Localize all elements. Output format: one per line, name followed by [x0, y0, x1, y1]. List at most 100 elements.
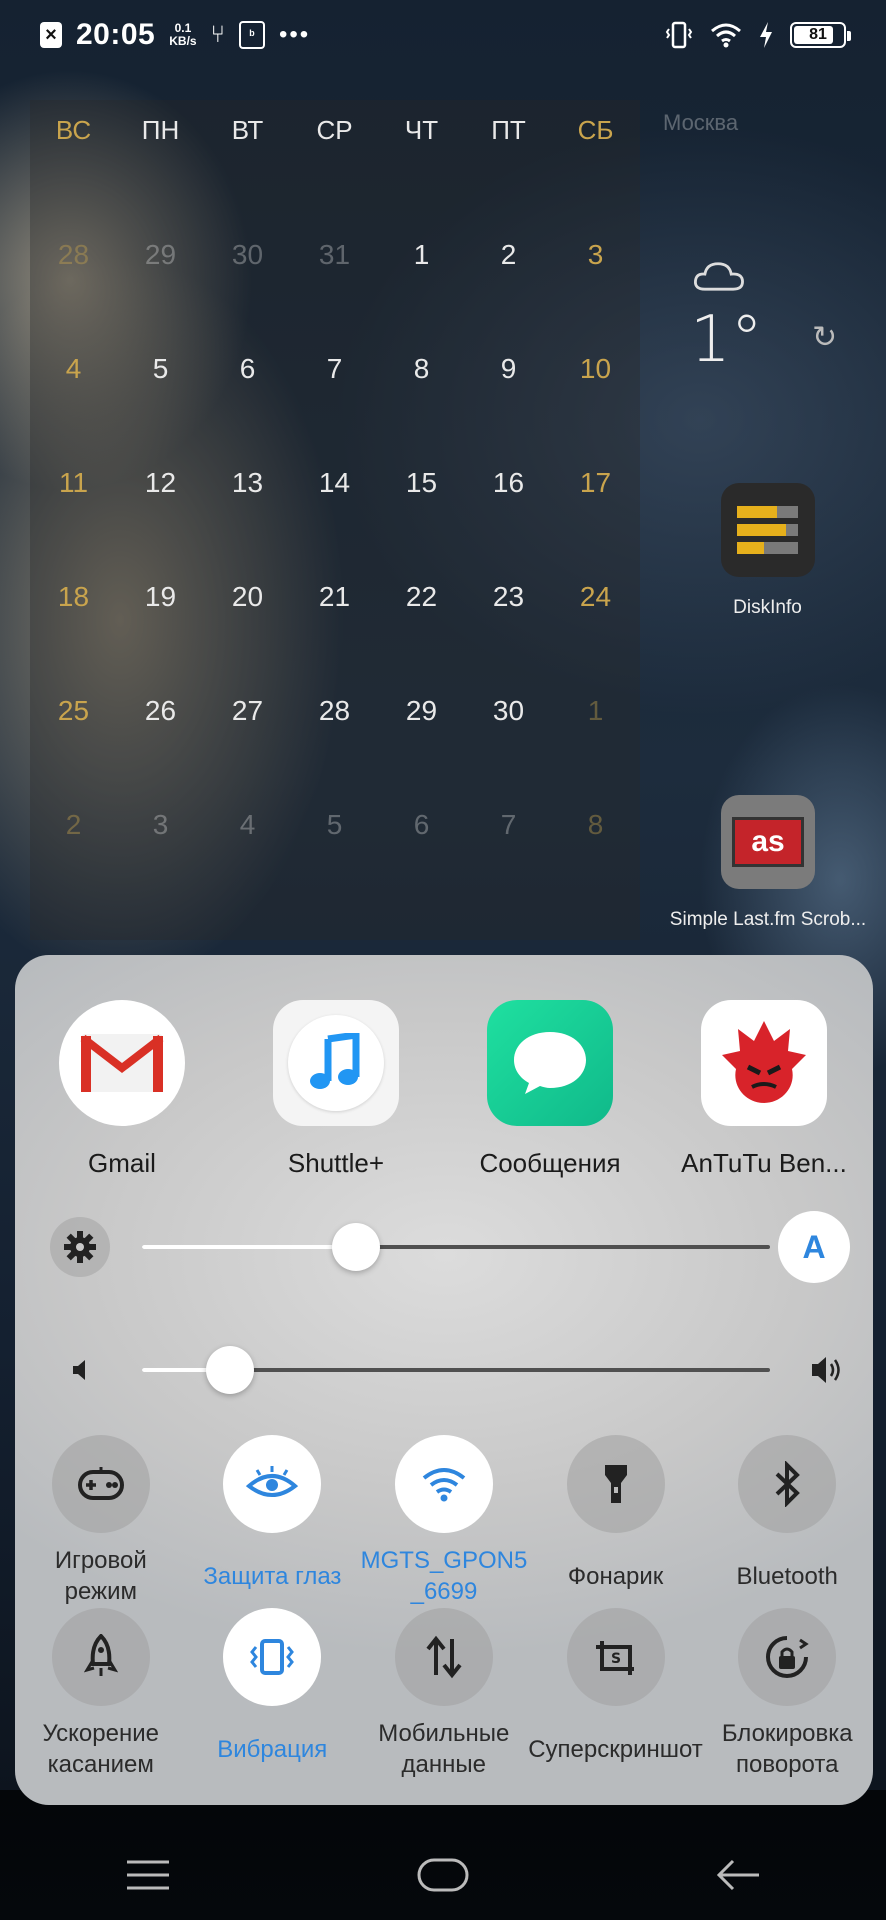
calendar-day[interactable]: 27: [204, 695, 291, 755]
toggle-bluetooth[interactable]: Bluetooth: [701, 1435, 873, 1607]
app-label: Shuttle+: [287, 1148, 385, 1178]
calendar-day[interactable]: 5: [117, 353, 204, 413]
volume-slider[interactable]: [50, 1340, 850, 1400]
app-label: Сообщения: [479, 1148, 621, 1178]
volume-high-icon: [812, 1357, 840, 1383]
toggle-label: Мобильные данные: [378, 1720, 510, 1778]
calendar-day[interactable]: 14: [291, 467, 378, 527]
toggle-super-screenshot[interactable]: S Суперскриншот: [528, 1608, 703, 1780]
weather-location: Москва: [663, 110, 739, 135]
calendar-day[interactable]: 20: [204, 581, 291, 641]
calendar-weekday: ПН: [141, 115, 180, 145]
calendar-day[interactable]: 30: [465, 695, 552, 755]
calendar-day[interactable]: 26: [117, 695, 204, 755]
calendar-day[interactable]: 16: [465, 467, 552, 527]
toggle-vibration[interactable]: Вибрация: [187, 1608, 359, 1780]
calendar-day[interactable]: 4: [30, 353, 117, 413]
app-messages[interactable]: Сообщения: [443, 1000, 657, 1179]
calendar-day[interactable]: 28: [30, 239, 117, 299]
calendar-day[interactable]: 8: [378, 353, 465, 413]
brightness-fill: [142, 1245, 356, 1249]
weather-widget[interactable]: 1°: [690, 260, 763, 377]
brightness-slider[interactable]: A: [50, 1211, 850, 1283]
volume-thumb[interactable]: [205, 1346, 254, 1394]
menu-button[interactable]: [88, 1845, 208, 1905]
calendar-day[interactable]: 1: [552, 695, 639, 755]
menu-icon: [126, 1860, 169, 1890]
app-antutu[interactable]: AnTuTu Ben...: [657, 1000, 871, 1179]
calendar-day[interactable]: 21: [291, 581, 378, 641]
refresh-icon[interactable]: ↻: [812, 320, 837, 355]
calendar-day[interactable]: 3: [117, 809, 204, 869]
app-label: Gmail: [88, 1148, 156, 1178]
app-gmail[interactable]: Gmail: [15, 1000, 229, 1179]
app-label: AnTuTu Ben...: [681, 1148, 847, 1178]
toggle-rotation-lock[interactable]: Блокировка поворота: [702, 1608, 874, 1780]
toggle-mobile-data[interactable]: Мобильные данные: [358, 1608, 530, 1780]
calendar-day[interactable]: 23: [465, 581, 552, 641]
status-bar: × 20:05 0.1 KB/s ⑂ ᵇ ••• 81: [0, 0, 886, 70]
home-app-lastfm[interactable]: as Simple Last.fm Scrob...: [668, 795, 868, 931]
toggle-touch-boost[interactable]: Ускорение касанием: [15, 1608, 187, 1780]
shuttle-icon: [273, 1000, 399, 1126]
calendar-weekday: ВС: [55, 115, 92, 145]
calendar-day[interactable]: 2: [30, 809, 117, 869]
calendar-day[interactable]: 29: [378, 695, 465, 755]
calendar-day[interactable]: 31: [291, 239, 378, 299]
toggle-wifi[interactable]: MGTS_GPON5_6699: [358, 1435, 530, 1607]
quick-settings-panel: Gmail Shuttle+ Сообщения AnTuTu Ben... A…: [15, 955, 873, 1805]
back-button[interactable]: [678, 1845, 798, 1905]
calendar-day[interactable]: 12: [117, 467, 204, 527]
gmail-icon: [59, 1000, 185, 1126]
calendar-day[interactable]: 17: [552, 467, 639, 527]
calendar-day[interactable]: 22: [378, 581, 465, 641]
auto-brightness-button[interactable]: A: [778, 1211, 850, 1283]
home-app-diskinfo[interactable]: DiskInfo: [705, 483, 830, 619]
calendar-day[interactable]: 2: [465, 239, 552, 299]
toggle-eye-protection[interactable]: Защита глаз: [187, 1435, 359, 1607]
calendar-day[interactable]: 10: [552, 353, 639, 413]
toggle-game-mode[interactable]: Игровой режим: [15, 1435, 187, 1607]
toggles-row-2: Ускорение касанием Вибрация Мобильные да…: [15, 1608, 873, 1780]
toggle-label: Блокировка поворота: [721, 1720, 853, 1778]
calendar-day[interactable]: 13: [204, 467, 291, 527]
notification-close-icon: ×: [40, 22, 62, 48]
calendar-day[interactable]: 7: [291, 353, 378, 413]
calendar-day[interactable]: 18: [30, 581, 117, 641]
weather-temperature: 1°: [690, 303, 763, 377]
eye-icon: [223, 1435, 322, 1533]
calendar-day[interactable]: 28: [291, 695, 378, 755]
calendar-day[interactable]: 25: [30, 695, 117, 755]
toggle-flashlight[interactable]: Фонарик: [530, 1435, 702, 1607]
home-button[interactable]: [383, 1845, 503, 1905]
calendar-day[interactable]: 24: [552, 581, 639, 641]
calendar-day[interactable]: 8: [552, 809, 639, 869]
calendar-day[interactable]: 6: [378, 809, 465, 869]
calendar-day[interactable]: 1: [378, 239, 465, 299]
calendar-day[interactable]: 3: [552, 239, 639, 299]
vibration-icon: [223, 1608, 322, 1706]
calendar-day[interactable]: 9: [465, 353, 552, 413]
calendar-day[interactable]: 29: [117, 239, 204, 299]
brightness-thumb[interactable]: [331, 1223, 380, 1271]
lastfm-icon: as: [721, 795, 815, 889]
wifi-icon: [394, 1435, 493, 1533]
messages-icon: [487, 1000, 613, 1126]
cloud-icon: [694, 262, 744, 291]
calendar-day[interactable]: 5: [291, 809, 378, 869]
calendar-day[interactable]: 15: [378, 467, 465, 527]
calendar-day[interactable]: 11: [30, 467, 117, 527]
calendar-weekday: ЧТ: [404, 115, 439, 145]
calendar-widget[interactable]: ВС ПН ВТ СР ЧТ ПТ СБ 28 29 30 31 1 2 3 4 5 6 7 8 9 10 11 12 13 1…: [30, 100, 640, 940]
calendar-day[interactable]: 6: [204, 353, 291, 413]
bluetooth-icon: [738, 1435, 837, 1533]
app-shuttle[interactable]: Shuttle+: [229, 1000, 443, 1179]
calendar-week-row: 18 19 20 21 22 23 24: [30, 581, 640, 641]
calendar-day[interactable]: 19: [117, 581, 204, 641]
calendar-day[interactable]: 30: [204, 239, 291, 299]
calendar-day[interactable]: 4: [204, 809, 291, 869]
battery-indicator: 81: [790, 22, 851, 48]
calendar-day[interactable]: 7: [465, 809, 552, 869]
toggle-label: Фонарик: [567, 1562, 664, 1590]
brightness-settings-icon[interactable]: [50, 1217, 110, 1277]
